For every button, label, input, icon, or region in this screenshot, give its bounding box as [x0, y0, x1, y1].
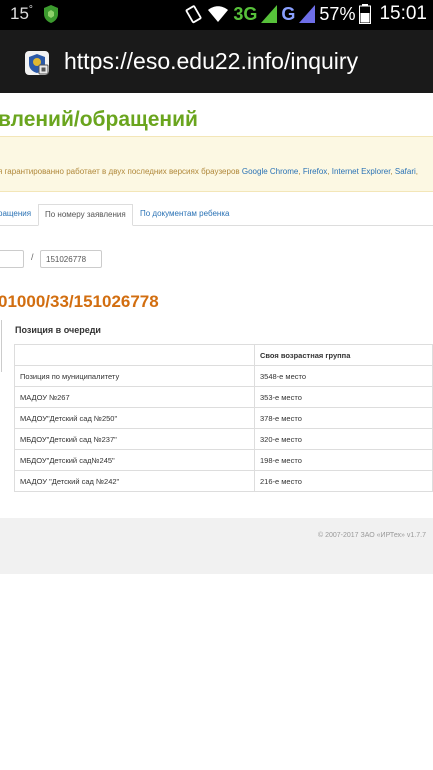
page-title: влений/обращений	[0, 108, 198, 131]
battery-icon	[359, 4, 372, 24]
application-number-input[interactable]	[40, 250, 102, 268]
table-row: МБДОУ"Детский сад №237" 320-е место	[14, 428, 433, 450]
rotate-icon	[186, 5, 202, 24]
table-header-row: Своя возрастная группа	[14, 344, 433, 366]
link-chrome[interactable]: Google Chrome	[242, 167, 298, 176]
tab-by-number[interactable]: По номеру заявления	[38, 204, 133, 226]
tab-by-documents[interactable]: По документам ребенка	[134, 204, 235, 226]
notice-text: я гарантированно работает в двух последн…	[0, 167, 419, 176]
signal-icon	[261, 5, 278, 23]
status-bar: 15° 3G G 57% 15:01	[0, 0, 433, 30]
browser-url-bar[interactable]: https://eso.edu22.info/inquiry	[0, 30, 433, 93]
table-header	[14, 344, 255, 366]
link-firefox[interactable]: Firefox	[303, 167, 327, 176]
row-label: МАДОУ №267	[14, 386, 255, 408]
site-emblem-icon	[25, 51, 49, 75]
temperature: 15°	[10, 4, 33, 23]
table-row: Позиция по муниципалитету 3548-е место	[14, 365, 433, 387]
tab-by-application[interactable]: ращения	[0, 204, 37, 226]
queue-heading: Позиция в очереди	[15, 325, 101, 335]
prefix-input[interactable]	[0, 250, 24, 268]
browser-notice: я гарантированно работает в двух последн…	[0, 136, 433, 192]
network-type2-label: G	[281, 3, 296, 24]
row-label: МБДОУ"Детский сад №237"	[14, 428, 255, 450]
link-safari[interactable]: Safari	[395, 167, 416, 176]
wifi-icon	[208, 6, 229, 22]
row-label: МАДОУ "Детский сад №242"	[14, 470, 255, 492]
footer: © 2007-2017 ЗАО «ИРТех» v1.7.7	[0, 518, 433, 574]
row-position: 353-е место	[254, 386, 433, 408]
table-header: Своя возрастная группа	[254, 344, 433, 366]
queue-table: Своя возрастная группа Позиция по муници…	[14, 344, 433, 492]
battery-percent: 57%	[319, 3, 356, 24]
copyright-text: © 2007-2017 ЗАО «ИРТех» v1.7.7	[318, 532, 426, 539]
row-position: 198-е место	[254, 449, 433, 471]
row-position: 216-е место	[254, 470, 433, 492]
row-position: 320-е место	[254, 428, 433, 450]
table-row: МАДОУ №267 353-е место	[14, 386, 433, 408]
url-text[interactable]: https://eso.edu22.info/inquiry	[64, 48, 358, 75]
row-label: МБДОУ"Детский сад№245"	[14, 449, 255, 471]
network-type-label: 3G	[233, 3, 258, 24]
application-number: 01000/33/151026778	[0, 292, 159, 311]
table-row: МАДОУ"Детский сад №250" 378-е место	[14, 407, 433, 429]
row-label: МАДОУ"Детский сад №250"	[14, 407, 255, 429]
divider	[0, 320, 2, 372]
search-tabs: ращения По номеру заявления По документа…	[0, 204, 433, 226]
table-row: МБДОУ"Детский сад№245" 198-е место	[14, 449, 433, 471]
signal2-icon	[299, 5, 316, 23]
clock: 15:01	[379, 3, 427, 24]
row-position: 378-е место	[254, 407, 433, 429]
table-row: МАДОУ "Детский сад №242" 216-е место	[14, 470, 433, 492]
row-label: Позиция по муниципалитету	[14, 365, 255, 387]
row-position: 3548-е место	[254, 365, 433, 387]
separator: /	[31, 252, 34, 262]
link-ie[interactable]: Internet Explorer	[332, 167, 391, 176]
shield-icon	[43, 5, 58, 23]
